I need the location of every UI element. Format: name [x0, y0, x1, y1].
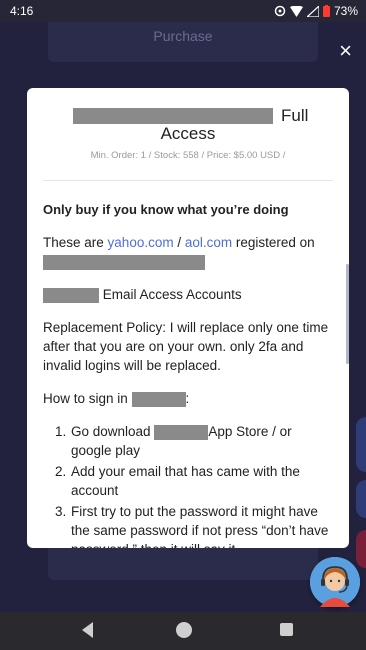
status-bar: 4:16 73%: [0, 0, 366, 22]
registered-text: These are yahoo.com / aol.com registered…: [43, 233, 335, 271]
scrollbar[interactable]: [346, 264, 349, 364]
howto-suffix: :: [185, 391, 190, 406]
email-access-line: Email Access Accounts: [43, 285, 335, 304]
steps-list: 1. Go download App Store / or google pla…: [43, 422, 335, 548]
side-tab-blue-2: [356, 480, 366, 518]
step-2: 2. Add your email that has came with the…: [43, 462, 335, 500]
replacement-policy: Replacement Policy: I will replace only …: [43, 320, 329, 373]
step-3: 3. First try to put the password it migh…: [43, 502, 335, 548]
howto-line: How to sign in :: [43, 389, 335, 408]
howto-prefix: How to sign in: [43, 391, 132, 406]
step-number: 1.: [55, 424, 67, 439]
battery-icon: [322, 5, 330, 17]
title-full: Full: [281, 106, 309, 125]
modal-header: Full Access Min. Order: 1 / Stock: 558 /…: [27, 88, 349, 180]
vpn-icon: [274, 5, 286, 17]
modal-body: Only buy if you know what you’re doing T…: [43, 200, 335, 548]
redacted-provider: [43, 287, 99, 303]
redacted-title: [73, 108, 273, 124]
step-2-text: Add your email that has came with the ac…: [71, 464, 300, 498]
close-icon[interactable]: ×: [339, 40, 352, 62]
step-number: 3.: [55, 504, 67, 519]
registered-prefix: These are: [43, 235, 108, 250]
order-info: Min. Order: 1 / Stock: 558 / Price: $5.0…: [90, 150, 286, 161]
navigation-bar: [0, 612, 366, 650]
battery-percent: 73%: [333, 4, 358, 18]
signal-icon: [306, 5, 319, 17]
link-separator: /: [173, 235, 185, 250]
step-1: 1. Go download App Store / or google pla…: [43, 422, 335, 460]
divider: [43, 180, 333, 181]
redacted-service: [43, 254, 205, 270]
support-agent-graphic: [310, 557, 360, 607]
status-time: 4:16: [10, 4, 34, 18]
warning-text: Only buy if you know what you’re doing: [43, 202, 289, 217]
registered-suffix: registered on: [232, 235, 315, 250]
step-1-pre: Go download: [71, 424, 155, 439]
side-tab-blue: [356, 417, 366, 472]
home-circle-icon[interactable]: [176, 622, 192, 638]
purchase-label: Purchase: [153, 28, 213, 44]
wifi-icon: [289, 5, 303, 17]
email-access-text: Email Access Accounts: [102, 287, 242, 302]
yahoo-link[interactable]: yahoo.com: [108, 235, 174, 250]
support-agent-icon[interactable]: [310, 557, 360, 607]
product-modal: Full Access Min. Order: 1 / Stock: 558 /…: [27, 88, 349, 548]
title-line-1: Full: [73, 106, 333, 126]
step-number: 2.: [55, 464, 67, 479]
status-icons: 73%: [274, 4, 358, 18]
title-access: Access: [160, 124, 216, 143]
back-triangle-icon[interactable]: [82, 622, 93, 638]
step-3-text: First try to put the password it might h…: [71, 504, 329, 548]
purchase-button[interactable]: Purchase: [48, 22, 318, 62]
redacted-app: [154, 424, 209, 440]
recent-square-icon[interactable]: [280, 623, 293, 636]
redacted-howto: [131, 391, 186, 407]
aol-link[interactable]: aol.com: [185, 235, 232, 250]
